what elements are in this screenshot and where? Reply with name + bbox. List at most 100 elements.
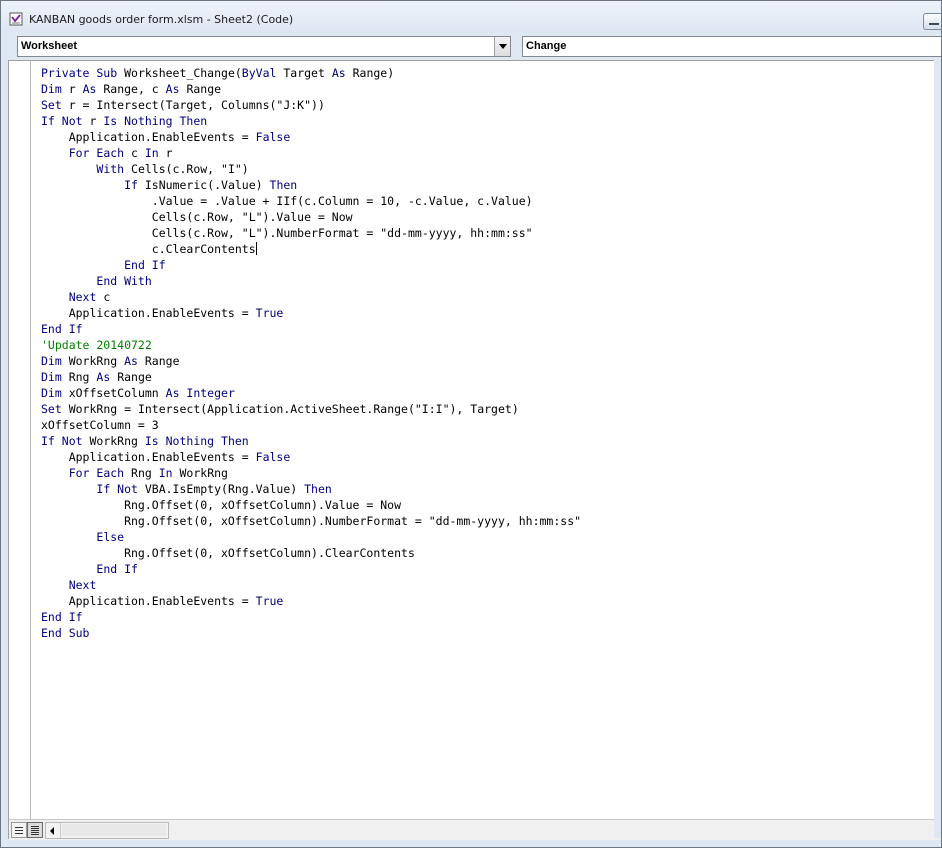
code-line[interactable]: Set r = Intersect(Target, Columns("J:K")… [41,97,581,113]
code-line[interactable]: Application.EnableEvents = False [41,129,581,145]
procedure-view-button[interactable] [11,822,27,838]
code-line[interactable]: c.ClearContents [41,241,581,257]
code-line[interactable]: Dim r As Range, c As Range [41,81,581,97]
code-keyword: If Not [41,434,83,448]
procedure-dropdown[interactable]: Change [522,36,941,57]
code-keyword: Set [41,402,62,416]
code-keyword: If Not [41,114,83,128]
code-keyword: End If [41,610,83,624]
code-line[interactable]: Dim xOffsetColumn As Integer [41,385,581,401]
code-keyword: Next [68,290,97,304]
code-keyword: End With [96,274,152,288]
code-token: r [82,114,104,128]
code-keyword: False [255,450,291,464]
code-line[interactable]: Application.EnableEvents = True [41,305,581,321]
chevron-down-icon [499,44,507,49]
code-token: Rng.Offset(0, xOffsetColumn).NumberForma… [41,514,582,528]
code-keyword: True [255,306,284,320]
code-line[interactable]: If Not WorkRng Is Nothing Then [41,433,581,449]
object-dropdown[interactable]: Worksheet [17,36,511,57]
code-line[interactable]: 'Update 20140722 [41,337,581,353]
code-line[interactable]: If Not r Is Nothing Then [41,113,581,129]
code-line[interactable]: End If [41,561,581,577]
code-line[interactable]: For Each Rng In WorkRng [41,465,581,481]
minimize-button[interactable] [923,13,941,30]
code-line[interactable]: Next [41,577,581,593]
horizontal-scrollbar[interactable] [45,822,169,839]
code-token: Worksheet_Change( [117,66,242,80]
code-keyword: ByVal [241,66,277,80]
code-line[interactable]: End Sub [41,625,581,641]
object-dropdown-arrow[interactable] [494,37,510,56]
code-line[interactable]: If Not VBA.IsEmpty(Rng.Value) Then [41,481,581,497]
code-line[interactable]: End With [41,273,581,289]
code-line[interactable]: .Value = .Value + IIf(c.Column = 10, -c.… [41,193,581,209]
code-keyword: Else [96,530,125,544]
code-token: Target [276,66,332,80]
code-token: WorkRng [82,434,145,448]
scroll-left-button[interactable] [46,823,61,838]
code-keyword: As Integer [165,386,235,400]
code-line[interactable]: Set WorkRng = Intersect(Application.Acti… [41,401,581,417]
margin-indicator-bar[interactable] [9,61,31,819]
code-line[interactable]: End If [41,609,581,625]
code-keyword: If Not [96,482,138,496]
vba-module-icon [9,12,23,26]
code-keyword: End Sub [41,626,90,640]
code-line[interactable]: Dim Rng As Range [41,369,581,385]
code-keyword: With [96,162,125,176]
code-token: Rng.Offset(0, xOffsetColumn).ClearConten… [41,546,415,560]
arrow-left-icon [50,827,54,835]
code-keyword: Dim [41,82,62,96]
code-keyword: Is Nothing Then [103,114,208,128]
code-editor[interactable]: Private Sub Worksheet_Change(ByVal Targe… [8,60,941,840]
scroll-thumb[interactable] [62,824,166,836]
code-token: r = Intersect(Target, Columns("J:K")) [61,98,325,112]
code-line[interactable]: Cells(c.Row, "L").Value = Now [41,209,581,225]
code-line[interactable]: Rng.Offset(0, xOffsetColumn).Value = Now [41,497,581,513]
code-line[interactable]: Rng.Offset(0, xOffsetColumn).NumberForma… [41,513,581,529]
code-line[interactable]: With Cells(c.Row, "I") [41,161,581,177]
code-keyword: Is Nothing Then [144,434,249,448]
code-token: Range [137,354,180,368]
code-line[interactable]: End If [41,257,581,273]
code-keyword: End If [96,562,138,576]
full-module-view-button[interactable] [27,822,43,838]
code-token: Rng [61,370,97,384]
code-line[interactable]: Private Sub Worksheet_Change(ByVal Targe… [41,65,581,81]
code-token: Rng.Offset(0, xOffsetColumn).Value = Now [41,498,402,512]
title-bar[interactable]: KANBAN goods order form.xlsm - Sheet2 (C… [1,1,941,33]
code-keyword: For Each [68,146,125,160]
code-line[interactable]: xOffsetColumn = 3 [41,417,581,433]
code-token: Rng [124,466,159,480]
minimize-icon [929,23,939,25]
code-token: Range [179,82,222,96]
code-token: r [61,82,83,96]
code-line[interactable]: Dim WorkRng As Range [41,353,581,369]
code-keyword: Set [41,98,62,112]
code-token: c [96,290,111,304]
code-line[interactable]: Next c [41,289,581,305]
code-line[interactable]: End If [41,321,581,337]
code-token: xOffsetColumn = 3 [41,418,159,432]
code-line[interactable]: If IsNumeric(.Value) Then [41,177,581,193]
code-token: Range, c [96,82,166,96]
code-line[interactable]: Else [41,529,581,545]
code-line[interactable]: Rng.Offset(0, xOffsetColumn).ClearConten… [41,545,581,561]
code-line[interactable]: Application.EnableEvents = False [41,449,581,465]
code-text[interactable]: Private Sub Worksheet_Change(ByVal Targe… [41,65,581,641]
code-keyword: End If [124,258,166,272]
code-token: VBA.IsEmpty(Rng.Value) [137,482,305,496]
code-keyword: Dim [41,354,62,368]
code-keyword: Dim [41,386,62,400]
code-line[interactable]: Application.EnableEvents = True [41,593,581,609]
code-line[interactable]: For Each c In r [41,145,581,161]
code-token: xOffsetColumn [61,386,166,400]
code-line[interactable]: Cells(c.Row, "L").NumberFormat = "dd-mm-… [41,225,581,241]
window-title: KANBAN goods order form.xlsm - Sheet2 (C… [29,13,294,26]
